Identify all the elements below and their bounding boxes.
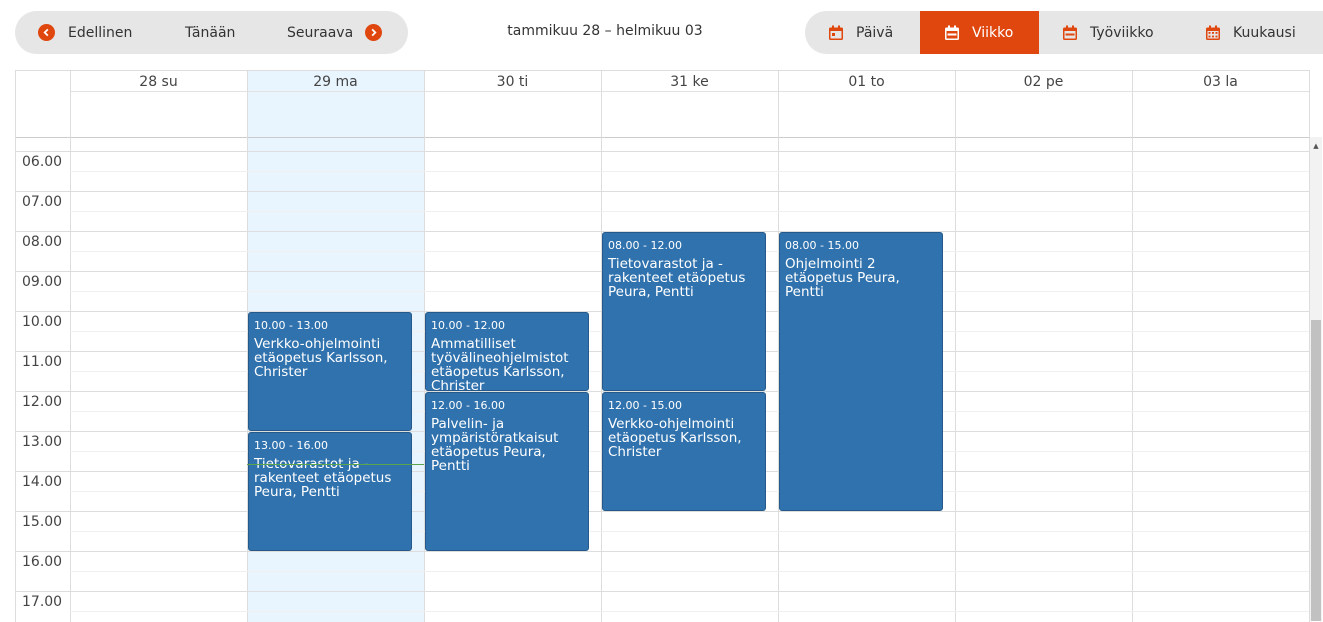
half-hour-line — [70, 211, 1309, 212]
today-button[interactable]: Tänään — [185, 11, 235, 54]
week-calendar: 28 su 29 ma 30 ti 31 ke 01 to 02 pe 03 l… — [15, 70, 1310, 622]
next-label: Seuraava — [287, 24, 354, 41]
previous-label: Edellinen — [68, 24, 133, 41]
scrollbar-thumb[interactable] — [1311, 320, 1321, 621]
half-hour-line — [70, 571, 1309, 572]
view-day-label: Päivä — [856, 24, 894, 41]
view-day-button[interactable]: Päivä — [828, 11, 893, 54]
date-range-title: tammikuu 28 – helmikuu 03 — [507, 23, 703, 39]
event-title: Palvelin- ja ympäristöratkaisut etäopetu… — [431, 416, 559, 474]
calendar-event[interactable]: 08.00 - 12.00 Tietovarastot ja -rakentee… — [602, 232, 766, 391]
event-title: Ohjelmointi 2 etäopetus Peura, Pentti — [785, 256, 900, 300]
event-title: Verkko-ohjelmointi etäopetus Karlsson, C… — [254, 336, 388, 380]
event-time: 10.00 - 13.00 — [254, 319, 328, 332]
next-button[interactable]: Seuraava — [287, 11, 383, 54]
time-label: 16.00 — [22, 554, 63, 570]
view-workweek-label: Työviikko — [1090, 24, 1154, 41]
column-divider — [70, 71, 71, 622]
event-time: 12.00 - 16.00 — [431, 399, 505, 412]
calendar-month-icon — [1206, 25, 1220, 40]
hour-line — [16, 511, 1309, 512]
calendar-event[interactable]: 13.00 - 16.00 Tietovarastot ja -rakentee… — [248, 432, 412, 551]
chevron-right-icon — [365, 24, 383, 41]
navigation-group: Edellinen Tänään Seuraava — [15, 11, 408, 54]
calendar-header: 28 su 29 ma 30 ti 31 ke 01 to 02 pe 03 l… — [16, 71, 1309, 138]
hour-line — [16, 151, 1309, 152]
allday-divider — [70, 91, 1309, 92]
today-label: Tänään — [185, 24, 236, 41]
time-label: 12.00 — [22, 394, 63, 410]
scroll-up-arrow-icon[interactable]: ▲ — [1311, 140, 1321, 152]
view-workweek-button[interactable]: Työviikko — [1062, 11, 1154, 54]
calendar-event[interactable]: 10.00 - 13.00 Verkko-ohjelmointi etäopet… — [248, 312, 412, 431]
chevron-left-icon — [38, 24, 55, 41]
hour-line — [16, 551, 1309, 552]
calendar-event[interactable]: 10.00 - 12.00 Ammatilliset työvälineohje… — [425, 312, 589, 391]
calendar-week-icon — [945, 25, 959, 40]
event-title: Tietovarastot ja -rakenteet etäopetus Pe… — [608, 256, 746, 300]
event-time: 08.00 - 15.00 — [785, 239, 859, 252]
current-time-indicator — [247, 464, 424, 465]
time-label: 15.00 — [22, 514, 63, 530]
time-label: 17.00 — [22, 594, 63, 610]
day-header[interactable]: 29 ma — [247, 71, 424, 91]
day-header[interactable]: 28 su — [70, 71, 247, 91]
event-time: 10.00 - 12.00 — [431, 319, 505, 332]
day-header[interactable]: 31 ke — [601, 71, 778, 91]
column-divider — [955, 71, 956, 622]
hour-line — [16, 591, 1309, 592]
event-time: 13.00 - 16.00 — [254, 439, 328, 452]
event-time: 08.00 - 12.00 — [608, 239, 682, 252]
view-week-button[interactable]: Viikko — [920, 11, 1039, 54]
hour-line — [16, 191, 1309, 192]
column-divider — [1132, 71, 1133, 622]
calendar-event[interactable]: 12.00 - 16.00 Palvelin- ja ympäristöratk… — [425, 392, 589, 551]
calendar-event[interactable]: 12.00 - 15.00 Verkko-ohjelmointi etäopet… — [602, 392, 766, 511]
day-header[interactable]: 03 la — [1132, 71, 1309, 91]
time-label: 06.00 — [22, 154, 63, 170]
half-hour-line — [70, 171, 1309, 172]
view-month-label: Kuukausi — [1233, 24, 1296, 41]
time-label: 13.00 — [22, 434, 63, 450]
event-time: 12.00 - 15.00 — [608, 399, 682, 412]
day-header[interactable]: 30 ti — [424, 71, 601, 91]
view-month-button[interactable]: Kuukausi — [1205, 11, 1296, 54]
time-label: 10.00 — [22, 314, 63, 330]
view-switcher: Päivä Viikko Työviikko Kuukausi — [805, 11, 1323, 54]
time-label: 07.00 — [22, 194, 63, 210]
calendar-day-icon — [829, 25, 843, 40]
previous-button[interactable]: Edellinen — [38, 11, 132, 54]
calendar-event[interactable]: 08.00 - 15.00 Ohjelmointi 2 etäopetus Pe… — [779, 232, 943, 511]
half-hour-line — [70, 611, 1309, 612]
day-header[interactable]: 01 to — [778, 71, 955, 91]
event-title: Ammatilliset työvälineohjelmistot etäope… — [431, 336, 569, 391]
time-label: 08.00 — [22, 234, 63, 250]
view-week-label: Viikko — [972, 24, 1014, 41]
time-label: 11.00 — [22, 354, 63, 370]
time-label: 09.00 — [22, 274, 63, 290]
calendar-workweek-icon — [1063, 25, 1077, 40]
day-header[interactable]: 02 pe — [955, 71, 1132, 91]
event-title: Verkko-ohjelmointi etäopetus Karlsson, C… — [608, 416, 742, 460]
time-label: 14.00 — [22, 474, 63, 490]
